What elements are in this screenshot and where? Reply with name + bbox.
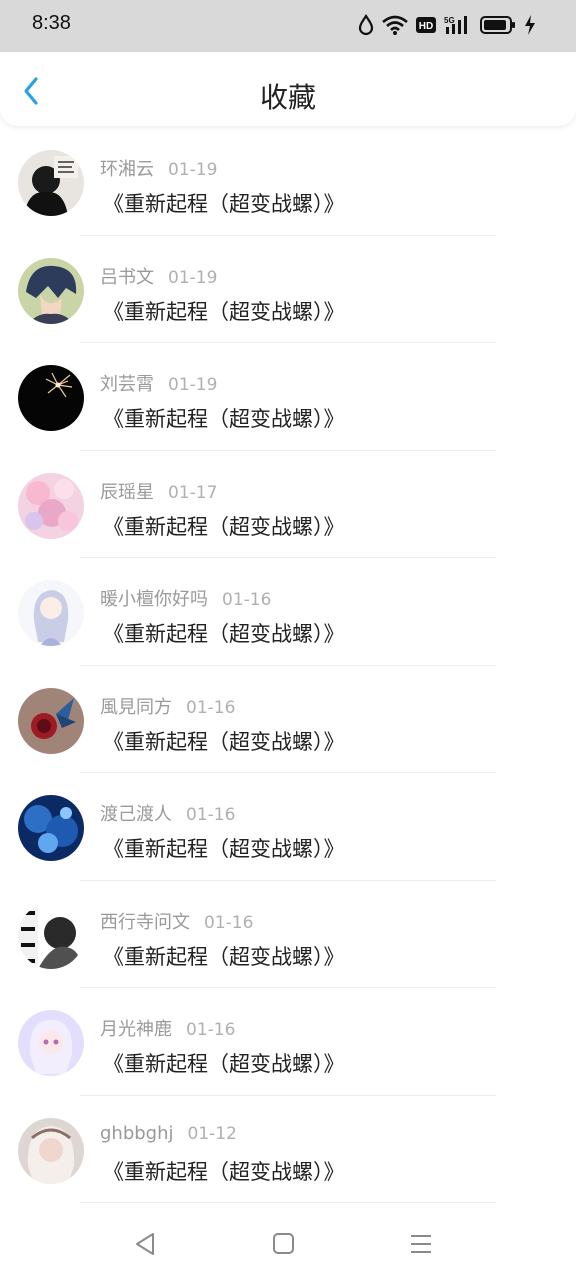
item-title[interactable]: 《重新起程（超变战螺）》 (103, 618, 345, 648)
page-title: 收藏 (259, 81, 316, 114)
charging-icon (524, 15, 536, 35)
avatar (18, 472, 84, 539)
item-meta: 吕书文 01-19 (100, 263, 217, 289)
user-name[interactable]: 渡己渡人 (100, 804, 172, 825)
item-meta: 环湘云 01-19 (100, 155, 217, 181)
item-meta: 渡己渡人 01-16 (100, 800, 235, 826)
item-meta: 刘芸霄 01-19 (100, 370, 217, 396)
item-date: 01-19 (168, 267, 218, 288)
avatar (18, 902, 84, 969)
user-name[interactable]: 吕书文 (100, 267, 154, 288)
item-title[interactable]: 《重新起程（超变战螺）》 (103, 188, 345, 218)
avatar (18, 257, 84, 324)
user-name[interactable]: 月光神鹿 (100, 1019, 172, 1040)
item-date: 01-16 (186, 1020, 236, 1040)
drop-icon (358, 14, 374, 36)
user-name[interactable]: 西行寺问文 (100, 912, 190, 933)
battery-icon (480, 16, 516, 34)
item-title[interactable]: 《重新起程（超变战螺）》 (103, 726, 345, 756)
item-date: 01-19 (168, 375, 218, 395)
status-time: 8:38 (32, 12, 71, 34)
user-name[interactable]: 环湘云 (100, 159, 154, 180)
status-bar: 8:38 HD 5G (0, 0, 576, 52)
avatar (18, 580, 84, 646)
status-icons: HD 5G (358, 14, 536, 36)
user-name[interactable]: 暖小檀你好吗 (100, 589, 208, 610)
list-item[interactable]: 渡己渡人 01-16 《重新起程（超变战螺）》 (0, 773, 576, 881)
avatar (18, 1117, 84, 1184)
favorites-list: 环湘云 01-19 《重新起程（超变战螺）》 吕书文 01-19 《重新起程（超变战… (0, 128, 576, 1203)
item-date: 01-19 (168, 160, 218, 180)
item-date: 01-16 (222, 590, 272, 610)
signal-5g-icon: 5G (444, 15, 472, 35)
user-name[interactable]: 辰瑶星 (100, 482, 154, 503)
item-meta: ghbbghj 01-12 (100, 1123, 237, 1144)
user-name[interactable]: 刘芸霄 (100, 374, 154, 395)
item-meta: 月光神鹿 01-16 (100, 1015, 235, 1041)
avatar (18, 687, 84, 754)
list-item[interactable]: 風見同方 01-16 《重新起程（超变战螺）》 (0, 666, 576, 773)
list-item[interactable]: 环湘云 01-19 《重新起程（超变战螺）》 (0, 128, 576, 236)
item-title[interactable]: 《重新起程（超变战螺）》 (103, 296, 345, 326)
item-date: 01-16 (186, 805, 236, 825)
item-date: 01-16 (204, 912, 254, 933)
item-title[interactable]: 《重新起程（超变战螺）》 (103, 941, 345, 971)
list-item[interactable]: 刘芸霄 01-19 《重新起程（超变战螺）》 (0, 343, 576, 451)
item-meta: 風見同方 01-16 (100, 693, 235, 719)
svg-text:HD: HD (419, 21, 433, 32)
item-title[interactable]: 《重新起程（超变战螺）》 (103, 403, 345, 433)
item-title[interactable]: 《重新起程（超变战螺）》 (103, 1156, 345, 1186)
home-square-icon[interactable] (270, 1230, 298, 1258)
menu-lines-icon[interactable] (407, 1230, 435, 1258)
item-meta: 暖小檀你好吗 01-16 (100, 585, 271, 611)
item-title[interactable]: 《重新起程（超变战螺）》 (103, 1048, 345, 1078)
item-title[interactable]: 《重新起程（超变战螺）》 (103, 511, 345, 541)
item-date: 01-16 (186, 697, 236, 718)
item-meta: 西行寺问文 01-16 (100, 908, 253, 934)
avatar (18, 150, 84, 216)
avatar (18, 795, 84, 861)
header: 收藏 (0, 52, 576, 126)
item-date: 01-17 (168, 482, 218, 503)
list-item[interactable]: ghbbghj 01-12 《重新起程（超变战螺）》 (0, 1096, 576, 1203)
back-triangle-icon[interactable] (131, 1230, 159, 1258)
svg-text:5G: 5G (444, 16, 455, 25)
list-item[interactable]: 西行寺问文 01-16 《重新起程（超变战螺）》 (0, 881, 576, 988)
user-name[interactable]: ghbbghj (100, 1123, 174, 1144)
user-name[interactable]: 風見同方 (100, 697, 172, 718)
avatar (18, 1010, 84, 1076)
list-item[interactable]: 月光神鹿 01-16 《重新起程（超变战螺）》 (0, 988, 576, 1096)
list-item[interactable]: 暖小檀你好吗 01-16 《重新起程（超变战螺）》 (0, 558, 576, 666)
system-nav-bar (0, 1210, 576, 1280)
avatar (18, 365, 84, 431)
wifi-icon (382, 15, 408, 35)
item-meta: 辰瑶星 01-17 (100, 478, 217, 504)
list-item[interactable]: 辰瑶星 01-17 《重新起程（超变战螺）》 (0, 451, 576, 558)
item-date: 01-12 (187, 1123, 237, 1144)
list-item[interactable]: 吕书文 01-19 《重新起程（超变战螺）》 (0, 236, 576, 343)
item-title[interactable]: 《重新起程（超变战螺）》 (103, 833, 345, 863)
divider (80, 1202, 496, 1203)
hd-icon: HD (416, 17, 436, 33)
